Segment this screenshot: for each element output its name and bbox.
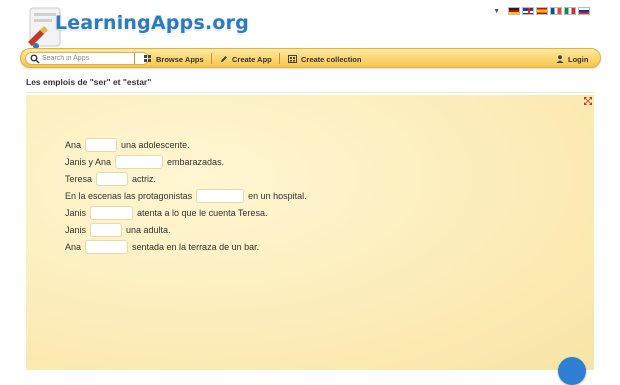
sentence-text-before: Ana <box>65 140 82 150</box>
page-title: Les emplois de "ser" et "estar" <box>26 77 152 87</box>
nav-divider <box>211 53 212 64</box>
sentence-text-before: Ana <box>65 242 82 252</box>
nav-divider <box>134 53 135 64</box>
grid-icon <box>144 55 151 62</box>
nav-divider <box>279 53 280 64</box>
search-box[interactable] <box>25 52 149 65</box>
flag-ru-icon[interactable] <box>578 7 590 15</box>
answer-field[interactable] <box>90 223 123 237</box>
main-navbar: Browse Apps Create App Create collection… <box>20 48 601 68</box>
sentence-text-after: actriz. <box>132 174 157 184</box>
pencil-icon <box>221 56 227 62</box>
dropdown-arrow-icon[interactable]: ▼ <box>493 8 500 15</box>
flag-de-icon[interactable] <box>508 7 520 15</box>
user-icon <box>556 55 564 63</box>
answer-field[interactable] <box>85 240 129 254</box>
create-app-label: Create App <box>232 54 272 64</box>
search-icon[interactable] <box>30 54 40 64</box>
sentence-row: Ana una adolescente. <box>65 138 190 152</box>
sentence-row: En la escenas las protagonistas en un ho… <box>65 189 307 203</box>
sentence-row: Ana sentada en la terraza de un bar. <box>65 240 259 254</box>
title-divider <box>26 92 594 93</box>
browse-apps-button[interactable]: Browse Apps <box>144 53 204 65</box>
header: LearningApps.org ▼ <box>0 0 620 49</box>
answer-field[interactable] <box>96 172 129 186</box>
login-label: Login <box>568 54 589 64</box>
create-app-button[interactable]: Create App <box>220 53 272 65</box>
fullscreen-icon[interactable] <box>584 97 592 105</box>
answer-field[interactable] <box>85 138 118 152</box>
sentence-row: Janis una adulta. <box>65 223 171 237</box>
flag-es-icon[interactable] <box>536 7 548 15</box>
sentence-row: Janis atenta a lo que le cuenta Teresa. <box>65 206 267 220</box>
sentence-text-after: embarazadas. <box>167 157 225 167</box>
browse-apps-label: Browse Apps <box>156 54 204 64</box>
sentence-row: Janis y Ana embarazadas. <box>65 155 224 169</box>
language-selector[interactable]: ▼ <box>493 7 590 15</box>
create-collection-label: Create collection <box>301 54 362 64</box>
sentence-text-before: En la escenas las protagonistas <box>65 191 193 201</box>
login-button[interactable]: Login <box>556 53 588 65</box>
help-button[interactable] <box>558 357 586 385</box>
collection-icon <box>288 55 297 63</box>
sentence-text-after: atenta a lo que le cuenta Teresa. <box>137 208 268 218</box>
flag-fr-icon[interactable] <box>550 7 562 15</box>
sentence-text-after: una adulta. <box>126 225 171 235</box>
flag-en-icon[interactable] <box>522 7 534 15</box>
answer-field[interactable] <box>90 206 134 220</box>
sentence-text-before: Teresa <box>65 174 93 184</box>
flag-it-icon[interactable] <box>564 7 576 15</box>
search-input[interactable] <box>42 55 142 62</box>
sentence-text-after: en un hospital. <box>248 191 307 201</box>
sentence-row: Teresa actriz. <box>65 172 156 186</box>
logo-text[interactable]: LearningApps.org <box>55 12 249 34</box>
sentence-text-before: Janis <box>65 208 87 218</box>
app-canvas: Ana una adolescente. Janis y Ana embaraz… <box>26 95 594 370</box>
sentence-text-before: Janis y Ana <box>65 157 112 167</box>
create-collection-button[interactable]: Create collection <box>288 53 361 65</box>
answer-field[interactable] <box>196 189 245 203</box>
sentence-text-after: una adolescente. <box>121 140 190 150</box>
answer-field[interactable] <box>115 155 164 169</box>
sentence-text-before: Janis <box>65 225 87 235</box>
sentence-text-after: sentada en la terraza de un bar. <box>132 242 260 252</box>
